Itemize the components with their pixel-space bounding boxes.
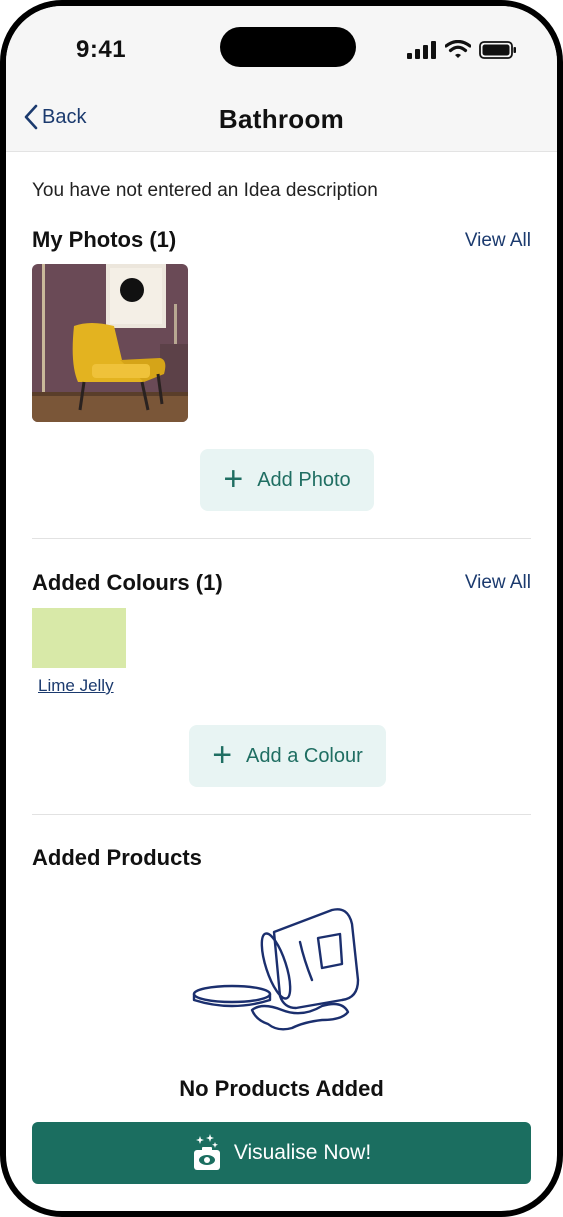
dynamic-island <box>220 27 356 67</box>
visualise-now-button[interactable]: Visualise Now! <box>32 1122 531 1184</box>
products-section-title: Added Products <box>32 845 202 870</box>
wifi-icon <box>445 40 471 58</box>
plus-icon: + <box>223 459 244 498</box>
divider <box>32 814 531 815</box>
colour-name-link[interactable]: Lime Jelly <box>38 676 114 696</box>
add-colour-label: Add a Colour <box>246 744 363 767</box>
photo-thumbnail[interactable] <box>32 264 188 422</box>
spilled-paint-can-illustration <box>192 908 360 1031</box>
add-photo-button[interactable]: + Add Photo <box>200 449 374 511</box>
room-photo-image <box>32 264 188 422</box>
add-colour-button[interactable]: + Add a Colour <box>189 725 386 787</box>
page-title: Bathroom <box>218 104 345 134</box>
idea-description: You have not entered an Idea description <box>32 180 378 201</box>
colour-swatch[interactable] <box>32 608 126 668</box>
camera-sparkle-icon <box>193 1134 220 1170</box>
signal-icon <box>407 40 436 59</box>
colours-view-all-link[interactable]: View All <box>465 572 531 594</box>
visualise-label: Visualise Now! <box>233 1141 372 1164</box>
plus-icon: + <box>212 735 233 774</box>
photos-view-all-link[interactable]: View All <box>465 230 531 252</box>
add-photo-label: Add Photo <box>257 468 351 491</box>
photos-section-title: My Photos (1) <box>32 227 177 252</box>
divider <box>32 538 531 539</box>
phone-frame: 9:41 Back Bathroom You have not entered … <box>0 0 563 1217</box>
top-bar: 9:41 Back Bathroom <box>6 6 557 152</box>
battery-icon <box>479 40 516 59</box>
empty-products-text: No Products Added <box>179 1076 384 1101</box>
status-icons <box>407 40 517 59</box>
colours-section-title: Added Colours (1) <box>32 570 223 595</box>
status-time: 9:41 <box>76 36 127 63</box>
